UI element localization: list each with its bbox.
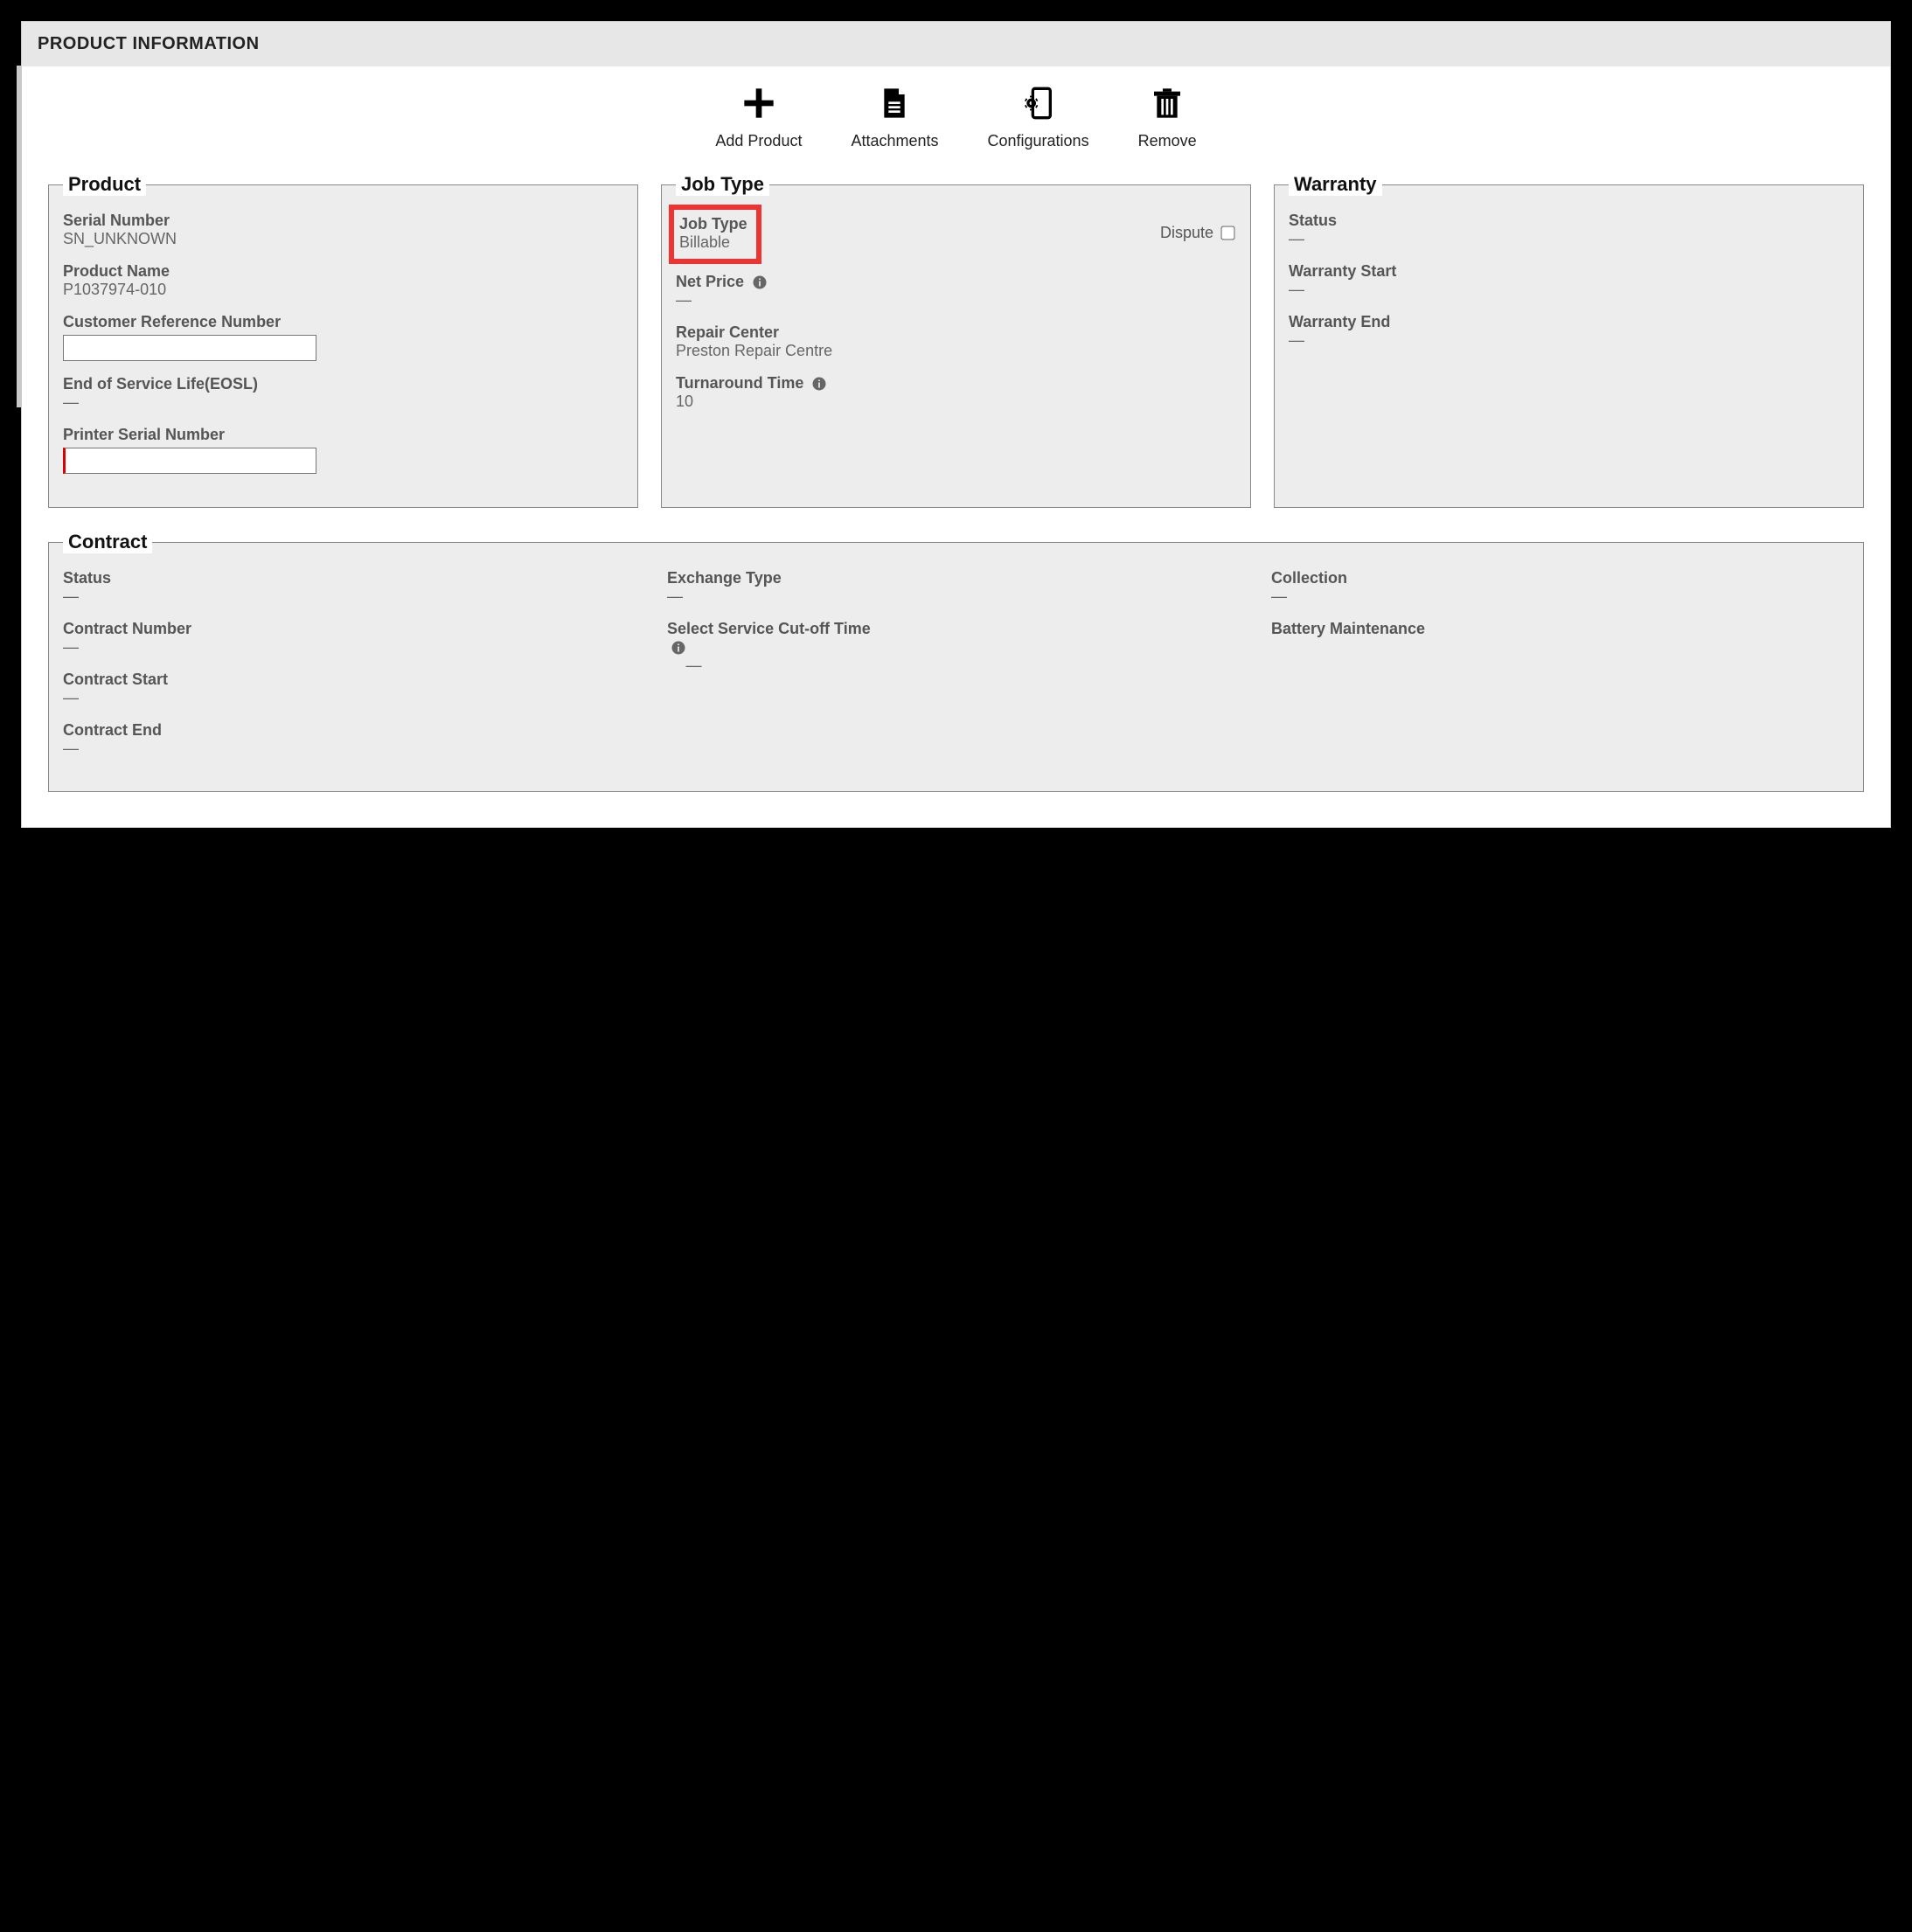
collection-label: Collection [1271,569,1849,587]
warranty-status-value: — [1289,230,1304,247]
contract-number-value: — [63,638,78,656]
contract-legend: Contract [63,531,152,553]
customer-reference-label: Customer Reference Number [63,313,623,331]
serial-number-label: Serial Number [63,212,623,230]
info-icon[interactable] [752,275,768,290]
product-legend: Product [63,173,146,196]
add-product-button[interactable]: Add Product [715,86,802,150]
net-price-value: — [676,291,691,309]
job-type-value: Billable [679,233,730,251]
cutoff-value: — [686,657,701,674]
jobtype-fieldset: Job Type Job Type Billable Dispute Net P… [661,173,1251,508]
battery-maintenance-label: Battery Maintenance [1271,620,1849,638]
remove-button[interactable]: Remove [1138,86,1197,150]
net-price-label: Net Price [676,273,1236,291]
jobtype-legend: Job Type [676,173,769,196]
job-type-label: Job Type [679,215,747,233]
configurations-button[interactable]: Configurations [988,86,1089,150]
turnaround-label: Turnaround Time [676,374,1236,393]
warranty-status-label: Status [1289,212,1849,230]
jobtype-highlight: Job Type Billable [669,205,761,264]
turnaround-value: 10 [676,393,693,410]
contract-number-label: Contract Number [63,620,641,638]
plus-icon [741,86,776,125]
section-header: PRODUCT INFORMATION [22,22,1890,66]
trash-icon [1150,86,1185,125]
warranty-start-value: — [1289,281,1304,298]
toolbar-label: Configurations [988,132,1089,150]
toolbar-label: Attachments [851,132,938,150]
repair-center-value: Preston Repair Centre [676,342,832,359]
toolbar: Add Product Attachments Configurations R… [22,66,1890,173]
contract-status-label: Status [63,569,641,587]
collection-value: — [1271,587,1286,605]
settings-device-icon [1021,86,1056,125]
content-area: Product Serial Number SN_UNKNOWN Product… [22,173,1890,827]
eosl-value: — [63,393,78,411]
contract-status-value: — [63,587,78,605]
dispute-control[interactable]: Dispute [1160,224,1236,242]
product-fieldset: Product Serial Number SN_UNKNOWN Product… [48,173,638,508]
attachments-button[interactable]: Attachments [851,86,938,150]
exchange-type-value: — [667,587,682,605]
product-name-label: Product Name [63,262,623,281]
toolbar-label: Remove [1138,132,1197,150]
contract-start-label: Contract Start [63,671,641,689]
product-information-panel: PRODUCT INFORMATION Add Product Attachme… [21,21,1891,828]
customer-reference-input[interactable] [63,335,316,361]
scrollbar-fragment [17,66,22,407]
contract-end-value: — [63,740,78,757]
serial-number-value: SN_UNKNOWN [63,230,177,247]
warranty-start-label: Warranty Start [1289,262,1849,281]
warranty-end-value: — [1289,331,1304,349]
repair-center-label: Repair Center [676,323,1236,342]
printer-serial-label: Printer Serial Number [63,426,623,444]
warranty-legend: Warranty [1289,173,1382,196]
product-name-value: P1037974-010 [63,281,166,298]
contract-fieldset: Contract Status — Contract Number — Cont… [48,531,1864,792]
document-icon [877,86,912,125]
dispute-label: Dispute [1160,224,1213,242]
printer-serial-input[interactable] [63,448,316,474]
contract-start-value: — [63,689,78,706]
contract-end-label: Contract End [63,721,641,740]
warranty-end-label: Warranty End [1289,313,1849,331]
eosl-label: End of Service Life(EOSL) [63,375,623,393]
dispute-checkbox[interactable] [1220,226,1234,240]
info-icon[interactable] [671,640,686,656]
info-icon[interactable] [811,376,827,392]
warranty-fieldset: Warranty Status — Warranty Start — Warra… [1274,173,1864,508]
exchange-type-label: Exchange Type [667,569,1245,587]
cutoff-label: Select Service Cut-off Time [667,620,1245,657]
toolbar-label: Add Product [715,132,802,150]
